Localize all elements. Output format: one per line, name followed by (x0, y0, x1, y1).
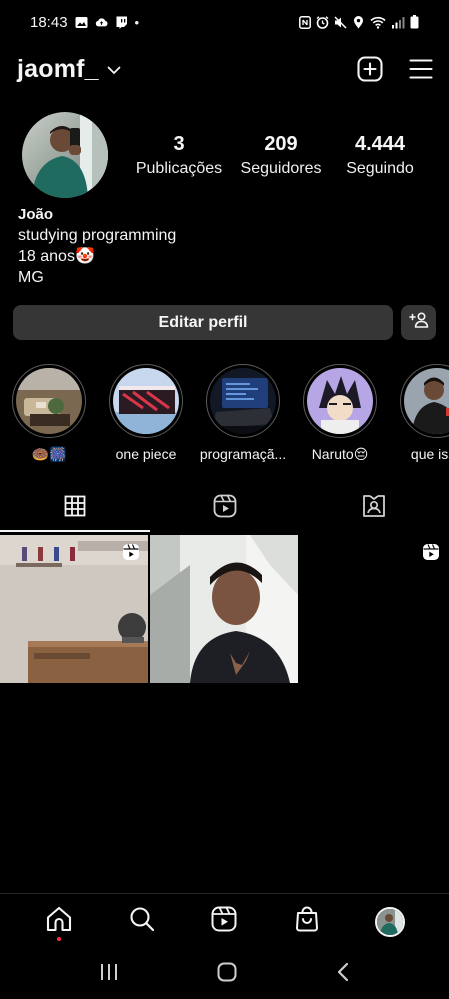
story-highlights: 🍩🎆 one piece programaçã... Naruto😔 que i… (0, 364, 449, 464)
stat-following-count: 4.444 (354, 133, 406, 155)
stat-posts-count: 3 (173, 133, 185, 155)
battery-icon (410, 15, 419, 29)
stat-following[interactable]: 4.444 Seguindo (332, 132, 428, 182)
status-bar: 18:43 • (0, 0, 449, 44)
highlight-label: one piece (115, 446, 177, 462)
bottom-navigation (0, 893, 449, 949)
highlight-label: 🍩🎆 (31, 446, 67, 462)
home-button-icon[interactable] (217, 962, 237, 987)
top-icons (357, 56, 433, 82)
tab-grid[interactable] (0, 484, 150, 532)
shop-icon (295, 906, 319, 937)
plus-square-icon[interactable] (357, 56, 383, 82)
location-icon (352, 15, 365, 29)
nav-reels[interactable] (199, 897, 249, 947)
search-icon (129, 906, 155, 937)
reels-icon (211, 906, 237, 937)
reel-badge-icon (122, 543, 140, 561)
alarm-icon (316, 15, 329, 29)
reel-badge-icon (422, 543, 440, 561)
home-icon (46, 906, 72, 937)
nfc-icon (298, 15, 311, 29)
back-icon[interactable] (336, 962, 350, 987)
profile-header: 3 Publicações 209 Seguidores 4.444 Segui… (0, 112, 449, 200)
highlight-item[interactable]: que isso (394, 364, 449, 462)
status-dot: • (134, 14, 140, 30)
tagged-icon (362, 494, 386, 523)
system-navigation (0, 950, 449, 999)
posts-grid (0, 535, 449, 683)
highlight-item[interactable]: one piece (103, 364, 189, 462)
wifi-icon (370, 16, 386, 29)
reels-icon (213, 494, 237, 523)
tab-reels[interactable] (150, 484, 300, 532)
hamburger-menu-icon[interactable] (409, 58, 433, 80)
profile-avatar (374, 906, 405, 937)
nav-profile[interactable] (365, 897, 415, 947)
top-bar: jaomf_ (0, 48, 449, 90)
highlight-cover-image (307, 368, 373, 434)
stat-posts-label: Publicações (135, 160, 223, 177)
chevron-down-icon[interactable] (107, 62, 121, 80)
highlight-item[interactable]: 🍩🎆 (6, 364, 92, 463)
highlight-item[interactable]: programaçã... (200, 364, 286, 462)
signal-icon (391, 16, 405, 29)
notification-dot (57, 936, 62, 941)
highlight-label: que isso (410, 446, 449, 462)
highlight-label: Naruto😔 (311, 446, 369, 462)
post-thumbnail[interactable] (150, 535, 298, 683)
highlight-cover-image (113, 368, 179, 434)
highlight-cover-image (404, 368, 449, 434)
highlight-ring (109, 364, 183, 438)
highlight-ring (206, 364, 280, 438)
edit-profile-button[interactable]: Editar perfil (13, 305, 393, 340)
nav-home[interactable] (34, 897, 84, 947)
bio-line: 18 anos🤡 (18, 248, 95, 265)
add-person-icon (408, 312, 429, 333)
nav-search[interactable] (117, 897, 167, 947)
status-time: 18:43 (30, 13, 68, 31)
profile-avatar[interactable] (22, 112, 108, 198)
stat-posts[interactable]: 3 Publicações (128, 132, 230, 182)
stat-followers[interactable]: 209 Seguidores (230, 132, 332, 182)
highlight-ring (12, 364, 86, 438)
highlight-cover-image (210, 368, 276, 434)
mute-icon (334, 15, 347, 29)
bio-line: studying programming (18, 227, 177, 244)
profile-tabs (0, 484, 449, 532)
highlight-ring (303, 364, 377, 438)
stat-followers-label: Seguidores (240, 160, 322, 177)
stat-followers-count: 209 (264, 133, 298, 155)
image-icon (75, 16, 88, 29)
post-thumbnail[interactable] (300, 535, 448, 683)
profile-name: João (18, 206, 54, 223)
highlight-cover-image (16, 368, 82, 434)
bio-line: MG (18, 269, 44, 286)
username[interactable]: jaomf_ (17, 55, 99, 84)
highlight-ring (400, 364, 449, 438)
recent-apps-icon[interactable] (99, 963, 119, 986)
discover-people-button[interactable] (401, 305, 436, 340)
grid-icon (64, 495, 86, 522)
tab-tagged[interactable] (299, 484, 449, 532)
status-left: 18:43 • (30, 14, 139, 31)
highlight-label: programaçã... (199, 446, 287, 462)
nav-shop[interactable] (282, 897, 332, 947)
post-thumbnail[interactable] (0, 535, 148, 683)
profile-bio: João studying programming 18 anos🤡 MG (18, 204, 418, 288)
twitch-icon (115, 16, 128, 29)
profile-actions: Editar perfil (13, 305, 436, 340)
cloud-upload-icon (95, 16, 108, 29)
profile-stats: 3 Publicações 209 Seguidores 4.444 Segui… (128, 132, 428, 182)
stat-following-label: Seguindo (346, 160, 414, 177)
status-right (298, 15, 419, 29)
highlight-item[interactable]: Naruto😔 (297, 364, 383, 463)
